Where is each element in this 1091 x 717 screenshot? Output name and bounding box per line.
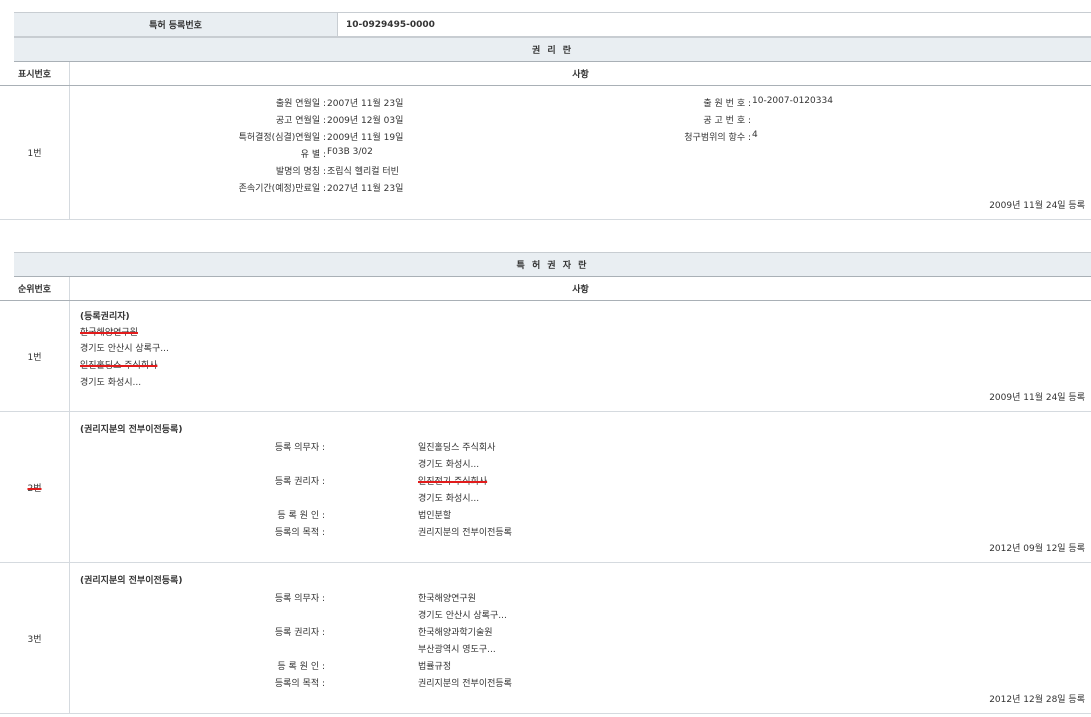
holders-column-header: 순위번호 사항: [0, 277, 1091, 301]
rights-section-title: 권 리 란: [14, 37, 1091, 62]
holder-name-struck: 일진홀딩스 주식회사: [80, 358, 157, 371]
holders-row-1: 1번 (등록권리자) 한국해양연구원 경기도 안산시 상록구... 일진홀딩스 …: [0, 301, 1091, 412]
holders-col-content: 사항: [70, 277, 1091, 300]
registration-number-value: 10-0929495-0000: [338, 13, 1091, 36]
entry-title: (권리지분의 전부이전등록): [80, 573, 182, 586]
registration-number-label: 특허 등록번호: [14, 13, 338, 36]
field-value: 경기도 안산시 상록구...: [418, 608, 507, 621]
rights-row-no: 1번: [0, 86, 70, 219]
holder-name-struck: 한국해양연구원: [80, 325, 138, 338]
field-label: 출 원 번 호 :: [703, 96, 751, 109]
rights-row: 1번 출원 연월일 : 공고 연월일 : 특허결정(심결)연월일 : 유 별 :…: [0, 86, 1091, 220]
rights-col-content: 사항: [70, 62, 1091, 85]
rights-col-no: 표시번호: [0, 62, 70, 85]
field-label: 등록의 목적 :: [275, 676, 325, 689]
field-label: 공고 연월일 :: [276, 113, 326, 126]
field-value-struck: 일진전기 주식회사: [418, 474, 487, 487]
field-label: 공 고 번 호 :: [703, 113, 751, 126]
field-value: 부산광역시 영도구...: [418, 642, 496, 655]
holder-address: 경기도 화성시...: [80, 375, 141, 388]
field-label: 등록 권리자 :: [275, 474, 325, 487]
field-value: 법인분할: [418, 508, 451, 521]
field-value: 권리지분의 전부이전등록: [418, 525, 512, 538]
rights-column-header: 표시번호 사항: [0, 62, 1091, 86]
field-value: 법률규정: [418, 659, 451, 672]
field-label: 청구범위의 항수 :: [684, 130, 751, 143]
holders-section-title: 특 허 권 자 란: [14, 252, 1091, 277]
holders-row-content: (등록권리자) 한국해양연구원 경기도 안산시 상록구... 일진홀딩스 주식회…: [70, 301, 1091, 411]
field-label: 등록 권리자 :: [275, 625, 325, 638]
field-value: 경기도 화성시...: [418, 457, 479, 470]
field-value: 2027년 11월 23일: [327, 181, 403, 194]
registration-date: 2012년 09월 12일 등록: [989, 541, 1085, 554]
holders-col-no: 순위번호: [0, 277, 70, 300]
entry-title: (권리지분의 전부이전등록): [80, 422, 182, 435]
field-value: 권리지분의 전부이전등록: [418, 676, 512, 689]
entry-title: (등록권리자): [80, 309, 130, 322]
field-value: F03B 3/02: [327, 147, 373, 157]
field-label: 등 록 원 인 :: [277, 508, 325, 521]
field-label: 존속기간(예정)만료일 :: [239, 181, 326, 194]
field-label: 특허결정(심결)연월일 :: [239, 130, 326, 143]
field-value: 4: [752, 130, 758, 140]
rights-row-content: 출원 연월일 : 공고 연월일 : 특허결정(심결)연월일 : 유 별 : 발명…: [70, 86, 1091, 219]
field-value: 2009년 11월 19일: [327, 130, 403, 143]
holders-row-no: 2번: [0, 412, 70, 562]
field-value: 조립식 헬리컬 터빈: [327, 164, 399, 177]
holders-row-no: 1번: [0, 301, 70, 411]
field-value: 일진홀딩스 주식회사: [418, 440, 495, 453]
holders-row-content: (권리지분의 전부이전등록) 등록 의무자 : 일진홀딩스 주식회사 경기도 화…: [70, 412, 1091, 562]
registration-date: 2012년 12월 28일 등록: [989, 692, 1085, 705]
holders-row-no: 3번: [0, 563, 70, 713]
holders-row-2: 2번 (권리지분의 전부이전등록) 등록 의무자 : 일진홀딩스 주식회사 경기…: [0, 412, 1091, 563]
field-label: 등 록 원 인 :: [277, 659, 325, 672]
field-value: 2007년 11월 23일: [327, 96, 403, 109]
field-value: 한국해양연구원: [418, 591, 476, 604]
field-value: 경기도 화성시...: [418, 491, 479, 504]
registration-date: 2009년 11월 24일 등록: [989, 198, 1085, 211]
field-value: 2009년 12월 03일: [327, 113, 403, 126]
field-label: 출원 연월일 :: [276, 96, 326, 109]
field-label: 등록의 목적 :: [275, 525, 325, 538]
row-number-struck: 2번: [27, 481, 41, 494]
field-label: 유 별 :: [301, 147, 326, 160]
holders-row-3: 3번 (권리지분의 전부이전등록) 등록 의무자 : 한국해양연구원 경기도 안…: [0, 563, 1091, 714]
field-label: 등록 의무자 :: [275, 440, 325, 453]
registration-date: 2009년 11월 24일 등록: [989, 390, 1085, 403]
field-label: 발명의 명칭 :: [276, 164, 326, 177]
holders-row-content: (권리지분의 전부이전등록) 등록 의무자 : 한국해양연구원 경기도 안산시 …: [70, 563, 1091, 713]
field-value: 한국해양과학기술원: [418, 625, 493, 638]
registration-number-row: 특허 등록번호 10-0929495-0000: [14, 12, 1091, 37]
holder-address: 경기도 안산시 상록구...: [80, 341, 169, 354]
field-label: 등록 의무자 :: [275, 591, 325, 604]
field-value: 10-2007-0120334: [752, 96, 833, 106]
